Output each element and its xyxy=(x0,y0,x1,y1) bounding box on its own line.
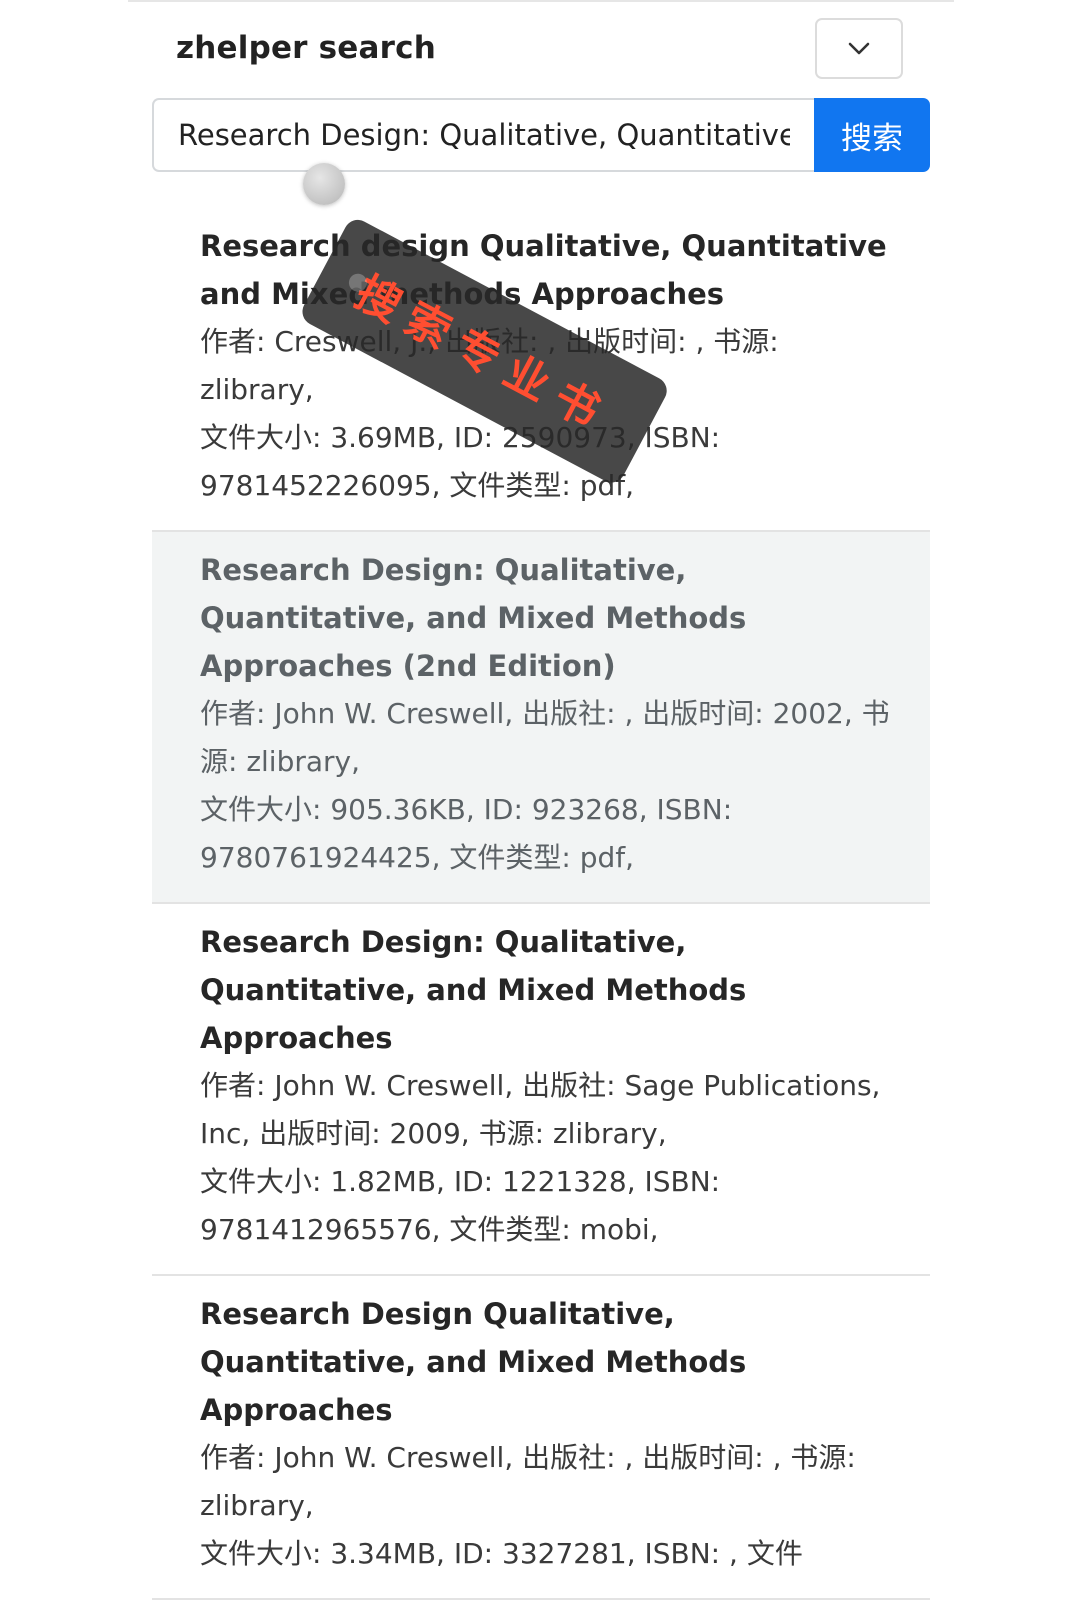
result-title[interactable]: Research Design: Qualitative, Quantitati… xyxy=(200,546,890,690)
search-bar: 搜索 xyxy=(152,98,930,172)
result-title[interactable]: Research Design: Qualitative, Quantitati… xyxy=(200,918,890,1062)
result-author-line: 作者: John W. Creswell, 出版社: , 出版时间: 2002,… xyxy=(200,697,890,778)
page-title: zhelper search xyxy=(176,30,436,66)
result-item[interactable]: Research Design Qualitative, Quantitativ… xyxy=(152,1276,930,1600)
result-item[interactable]: Research Design: Qualitative, Quantitati… xyxy=(152,532,930,904)
result-author-line: 作者: John W. Creswell, 出版社: , 出版时间: , 书源:… xyxy=(200,1441,856,1522)
search-input[interactable] xyxy=(152,98,814,172)
search-button[interactable]: 搜索 xyxy=(814,98,930,172)
chevron-down-icon xyxy=(848,42,870,54)
result-author-line: 作者: John W. Creswell, 出版社: Sage Publicat… xyxy=(200,1069,881,1150)
result-item[interactable]: Research Design: Qualitative, Quantitati… xyxy=(152,904,930,1276)
menu-toggle-button[interactable] xyxy=(815,18,903,79)
result-file-line: 文件大小: 3.34MB, ID: 3327281, ISBN: , 文件 xyxy=(200,1537,803,1570)
result-title[interactable]: Research Design Qualitative, Quantitativ… xyxy=(200,1290,890,1434)
touch-indicator xyxy=(303,163,345,205)
result-file-line: 文件大小: 905.36KB, ID: 923268, ISBN: 978076… xyxy=(200,793,733,874)
result-file-line: 文件大小: 1.82MB, ID: 1221328, ISBN: 9781412… xyxy=(200,1165,721,1246)
